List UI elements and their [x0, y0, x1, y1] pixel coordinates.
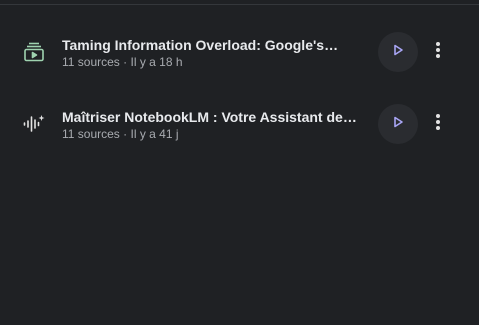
play-button[interactable] [378, 104, 418, 144]
video-overview-icon [22, 40, 46, 64]
meta-separator: · [123, 55, 128, 69]
play-icon [391, 115, 405, 134]
more-vert-icon [435, 41, 441, 64]
meta-separator: · [123, 127, 128, 141]
item-meta: 11 sources · Il y a 18 h [62, 55, 362, 70]
item-title[interactable]: Taming Information Overload: Google's… [62, 37, 362, 54]
top-divider [0, 4, 479, 5]
more-options-button[interactable] [426, 40, 450, 64]
item-title[interactable]: Maîtriser NotebookLM : Votre Assistant d… [62, 109, 362, 126]
play-icon [391, 43, 405, 62]
more-vert-icon [435, 113, 441, 136]
item-time: Il y a 41 j [130, 127, 179, 141]
audio-overview-icon [22, 112, 46, 136]
item-time: Il y a 18 h [130, 55, 183, 69]
item-text: Taming Information Overload: Google's… 1… [62, 37, 362, 70]
list-item[interactable]: Maîtriser NotebookLM : Votre Assistant d… [0, 88, 479, 160]
list-item[interactable]: Taming Information Overload: Google's… 1… [0, 16, 479, 88]
item-text: Maîtriser NotebookLM : Votre Assistant d… [62, 109, 362, 142]
item-sources: 11 sources [62, 127, 120, 141]
item-sources: 11 sources [62, 55, 120, 69]
overview-list: Taming Information Overload: Google's… 1… [0, 16, 479, 160]
item-meta: 11 sources · Il y a 41 j [62, 127, 362, 142]
more-options-button[interactable] [426, 112, 450, 136]
play-button[interactable] [378, 32, 418, 72]
